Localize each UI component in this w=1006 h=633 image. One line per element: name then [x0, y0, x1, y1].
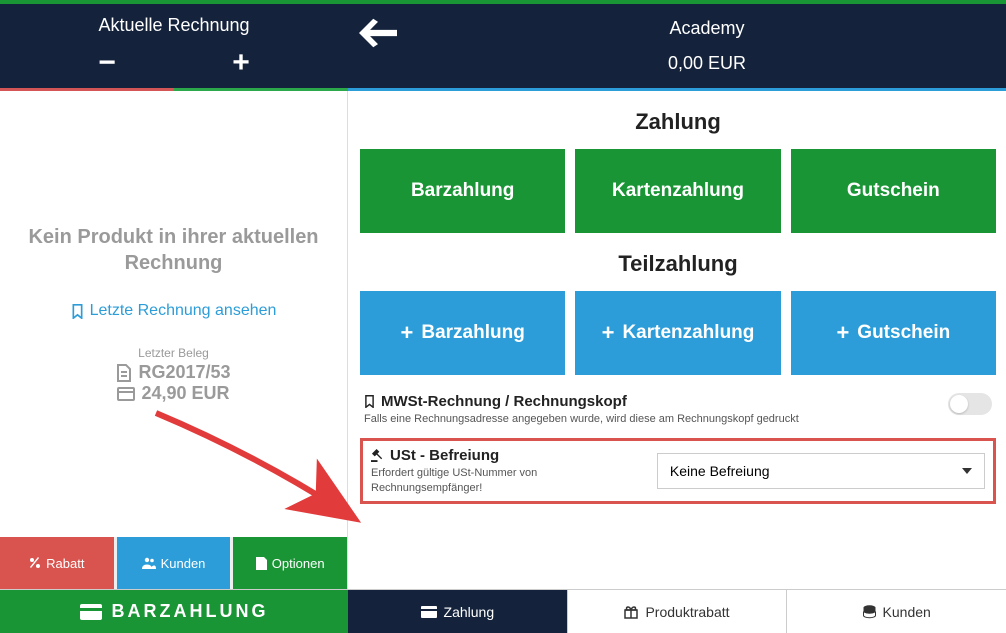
location-name: Academy	[669, 18, 744, 39]
percent-icon	[29, 557, 41, 569]
last-receipt-amount: 24,90 EUR	[117, 383, 229, 404]
options-button[interactable]: Optionen	[233, 537, 347, 589]
sidebar-main: Kein Produkt in ihrer aktuellen Rechnung…	[0, 91, 347, 537]
tab-customers[interactable]: Kunden	[786, 590, 1006, 633]
tab-product-discount[interactable]: Produktrabatt	[567, 590, 787, 633]
vat-exempt-title: USt - Befreiung	[371, 447, 643, 464]
arrow-left-icon	[359, 18, 397, 48]
invoice-total: 0,00 EUR	[668, 53, 746, 74]
partial-cash-button[interactable]: +Barzahlung	[360, 291, 565, 375]
vat-invoice-title: MWSt-Rechnung / Rechnungskopf	[364, 393, 934, 410]
current-invoice-title: Aktuelle Rechnung	[98, 15, 249, 36]
header: Aktuelle Rechnung − + Academy 0,00 EUR	[0, 4, 1006, 88]
users-icon	[142, 557, 156, 569]
card-icon	[80, 604, 102, 620]
full-payment-row: Barzahlung Kartenzahlung Gutschein	[360, 149, 996, 233]
last-receipt-number: RG2017/53	[116, 362, 230, 383]
header-left: Aktuelle Rechnung − +	[0, 4, 348, 88]
view-last-invoice-text: Letzte Rechnung ansehen	[90, 302, 277, 320]
pay-card-button[interactable]: Kartenzahlung	[575, 149, 780, 233]
tab-payment[interactable]: Zahlung	[348, 590, 567, 633]
vat-invoice-row: MWSt-Rechnung / Rechnungskopf Falls eine…	[360, 387, 996, 432]
document-icon	[256, 557, 267, 570]
main-panel: Zahlung Barzahlung Kartenzahlung Gutsche…	[348, 91, 1006, 589]
pay-voucher-button[interactable]: Gutschein	[791, 149, 996, 233]
vat-exempt-select[interactable]: Keine Befreiung	[657, 453, 985, 489]
view-last-invoice-link[interactable]: Letzte Rechnung ansehen	[71, 302, 277, 320]
last-receipt-label: Letzter Beleg	[138, 346, 209, 360]
sidebar-buttons: Rabatt Kunden Optionen	[0, 537, 347, 589]
sidebar: Kein Produkt in ihrer aktuellen Rechnung…	[0, 91, 348, 589]
card-icon	[117, 387, 135, 401]
bookmark-icon	[364, 395, 375, 408]
no-product-message: Kein Produkt in ihrer aktuellen Rechnung	[14, 224, 333, 276]
quantity-controls: − +	[0, 48, 348, 78]
discount-button[interactable]: Rabatt	[0, 537, 117, 589]
pay-cash-button[interactable]: Barzahlung	[360, 149, 565, 233]
partial-card-button[interactable]: +Kartenzahlung	[575, 291, 780, 375]
vat-exempt-box: USt - Befreiung Erfordert gültige USt-Nu…	[360, 438, 996, 504]
plus-icon: +	[602, 320, 615, 346]
minus-button[interactable]: −	[98, 48, 116, 78]
plus-icon: +	[401, 320, 414, 346]
content: Kein Produkt in ihrer aktuellen Rechnung…	[0, 91, 1006, 589]
vat-invoice-toggle[interactable]	[948, 393, 992, 415]
cash-payment-main-button[interactable]: BARZAHLUNG	[0, 590, 348, 633]
vat-exempt-sub: Erfordert gültige USt-Nummer von Rechnun…	[371, 466, 643, 495]
vat-invoice-sub: Falls eine Rechnungsadresse angegeben wu…	[364, 412, 934, 426]
plus-button[interactable]: +	[232, 48, 250, 78]
database-icon	[863, 605, 876, 619]
customers-button[interactable]: Kunden	[117, 537, 234, 589]
chevron-down-icon	[962, 468, 972, 474]
gift-icon	[624, 605, 638, 619]
partial-payment-row: +Barzahlung +Kartenzahlung +Gutschein	[360, 291, 996, 375]
document-icon	[116, 364, 132, 382]
bottom-bar: BARZAHLUNG Zahlung Produktrabatt Kunden	[0, 589, 1006, 633]
payment-section-title: Zahlung	[360, 109, 996, 135]
gavel-icon	[371, 449, 384, 462]
partial-payment-title: Teilzahlung	[360, 251, 996, 277]
partial-voucher-button[interactable]: +Gutschein	[791, 291, 996, 375]
header-right: Academy 0,00 EUR	[408, 4, 1006, 88]
card-icon	[421, 606, 437, 618]
plus-icon: +	[836, 320, 849, 346]
bookmark-icon	[71, 304, 84, 319]
vat-exempt-selected: Keine Befreiung	[670, 463, 770, 479]
back-button[interactable]	[348, 4, 408, 88]
